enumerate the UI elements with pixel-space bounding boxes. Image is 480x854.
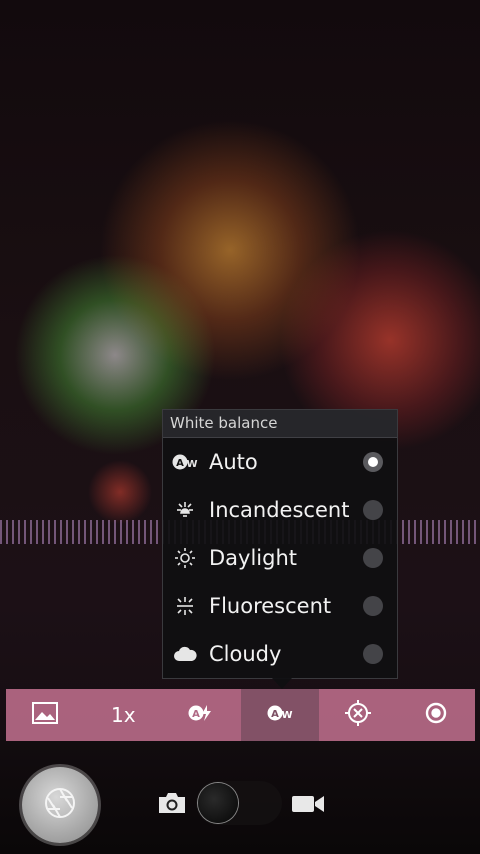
focus-mode-button[interactable] [319,689,397,741]
wb-option-fluorescent[interactable]: Fluorescent [163,582,397,630]
white-balance-button[interactable]: AW [240,689,319,741]
svg-text:W: W [186,459,197,470]
settings-button[interactable] [397,689,475,741]
aperture-icon [43,786,77,824]
auto-wb-icon: AW [172,449,198,475]
svg-text:W: W [281,710,292,721]
gallery-button[interactable] [6,689,84,741]
wb-option-label: Auto [209,450,258,474]
fluorescent-icon [172,593,198,619]
cloud-icon [172,641,198,667]
radio-button[interactable] [363,596,383,616]
wb-option-label: Incandescent [209,498,350,522]
wb-option-label: Fluorescent [209,594,332,618]
wb-option-label: Cloudy [209,642,282,666]
svg-text:A: A [176,458,184,469]
svg-text:A: A [271,709,279,720]
wb-option-cloudy[interactable]: Cloudy [163,630,397,678]
white-balance-menu: White balance AW Auto Incandescent Dayli… [162,409,398,679]
wb-option-daylight[interactable]: Daylight [163,534,397,582]
menu-pointer [272,678,292,689]
flash-button[interactable]: A [162,689,240,741]
white-balance-title: White balance [163,410,397,438]
svg-text:A: A [193,709,201,720]
video-icon[interactable] [290,793,326,819]
camera-icon[interactable] [156,790,188,820]
camera-toolbar: 1x A AW [6,689,475,741]
radio-button[interactable] [363,500,383,520]
auto-flash-icon: A [188,704,214,726]
auto-wb-icon: AW [267,704,293,726]
radio-button[interactable] [363,644,383,664]
wb-option-label: Daylight [209,546,298,570]
photo-video-mode-switch[interactable] [196,781,282,825]
radio-button-selected[interactable] [363,452,383,472]
gallery-icon [31,701,59,729]
settings-icon [423,700,449,730]
sun-icon [172,545,198,571]
focus-target-icon [344,699,372,731]
mode-switch-knob[interactable] [198,783,238,823]
zoom-button[interactable]: 1x [84,689,162,741]
incandescent-icon [172,497,198,523]
zoom-label: 1x [110,703,136,727]
shutter-button[interactable] [22,767,98,843]
wb-option-auto[interactable]: AW Auto [163,438,397,486]
radio-button[interactable] [363,548,383,568]
wb-option-incandescent[interactable]: Incandescent [163,486,397,534]
